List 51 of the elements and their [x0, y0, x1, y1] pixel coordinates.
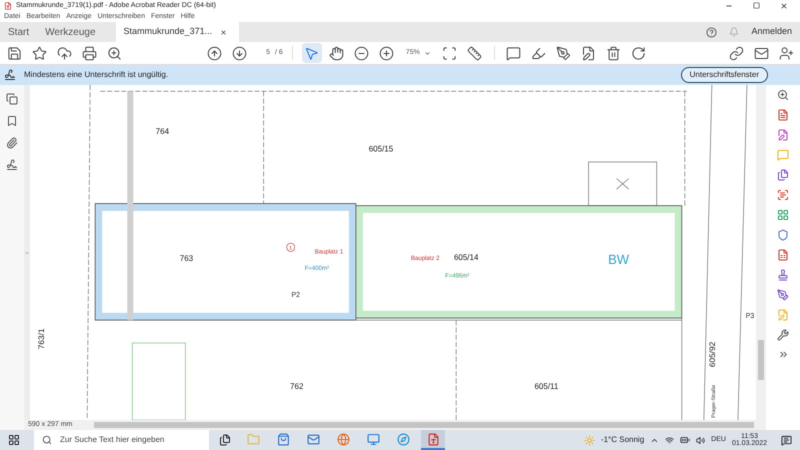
- tool-icon[interactable]: [777, 109, 789, 121]
- signature-icon[interactable]: [6, 159, 18, 171]
- tab[interactable]: Stammukrunde_371...: [116, 22, 240, 42]
- zone-label: BW: [608, 252, 630, 267]
- tool-icon[interactable]: [777, 169, 789, 181]
- parcel-number: 605/11: [534, 382, 558, 391]
- close-icon[interactable]: [780, 2, 788, 10]
- notifications-icon[interactable]: [781, 434, 792, 446]
- bookmark-icon[interactable]: [6, 115, 18, 127]
- tool-icon[interactable]: [777, 269, 789, 281]
- tool-icon[interactable]: [777, 249, 789, 261]
- document-icon[interactable]: [421, 430, 445, 450]
- caret-icon: [424, 50, 431, 56]
- sun-icon: [584, 434, 595, 446]
- help-icon[interactable]: [706, 26, 718, 38]
- tool-icon[interactable]: [777, 329, 789, 341]
- horizontal-scrollbar[interactable]: [94, 422, 754, 428]
- zoom-icon[interactable]: [777, 89, 789, 101]
- parcel-number: 762: [290, 382, 304, 391]
- tab[interactable]: Werkzeuge: [37, 22, 104, 42]
- parcel-number: 605/14: [454, 252, 478, 262]
- search-input[interactable]: Zur Suche Text hier eingeben: [60, 434, 201, 446]
- search-icon: [42, 435, 52, 445]
- tool-icon[interactable]: [777, 129, 789, 141]
- volume-icon[interactable]: [696, 436, 706, 444]
- pages-icon[interactable]: [6, 93, 18, 105]
- wifi-icon[interactable]: [665, 436, 674, 444]
- parcel-number: 605/15: [368, 144, 394, 154]
- point-label: P2: [291, 291, 300, 300]
- expand-panel-icon[interactable]: [778, 349, 788, 360]
- weather-text[interactable]: -1°C Sonnig: [600, 434, 644, 446]
- tool-icon[interactable]: [777, 209, 789, 221]
- parcel-number: 763: [180, 254, 194, 263]
- taskbar-search-box[interactable]: Zur Suche Text hier eingeben: [34, 430, 209, 450]
- app-logo-icon: [4, 2, 12, 10]
- tool-icon[interactable]: [777, 229, 789, 241]
- close-tab-icon[interactable]: [220, 28, 228, 36]
- tool-icon[interactable]: [777, 289, 789, 301]
- windows-start-icon[interactable]: [8, 434, 20, 446]
- invalid-signature-icon: [4, 69, 16, 81]
- parcel-number: 764: [156, 126, 170, 136]
- notification-message: Mindestens eine Unterschrift ist ungültig.: [24, 69, 170, 81]
- signature-panel-button[interactable]: Unterschriftsfenster: [680, 67, 768, 83]
- point-label: P3: [746, 312, 754, 320]
- maximize-icon[interactable]: [753, 2, 760, 9]
- tool-icon[interactable]: [777, 189, 789, 201]
- paperclip-icon[interactable]: [6, 137, 18, 149]
- task-view-icon[interactable]: [219, 434, 231, 446]
- tab[interactable]: Start: [0, 22, 38, 42]
- sign-in-button[interactable]: Anmelden: [751, 25, 792, 39]
- battery-icon[interactable]: [680, 435, 690, 445]
